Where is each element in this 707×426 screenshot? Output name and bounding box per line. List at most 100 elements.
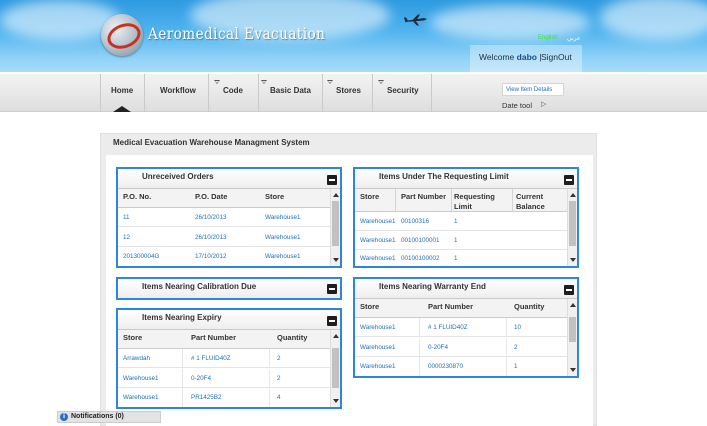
minimize-icon[interactable] [327,316,337,326]
store-cell: Arrawdah [123,355,150,362]
chevron-down-icon [327,80,333,84]
po-number-cell[interactable]: 12 [123,234,130,241]
part-number-cell[interactable]: 0-20F4 [428,344,448,351]
column-header[interactable]: Part Number [191,333,236,343]
po-number-cell[interactable]: 201300004G [123,253,159,260]
scrollbar[interactable] [567,189,577,266]
notifications-label: Notifications (0) [71,413,124,420]
scrollbar[interactable] [330,330,340,407]
minimize-icon[interactable] [327,284,337,294]
table-row[interactable]: 201300004G 17/10/2012 Warehouse1 [118,247,330,266]
notifications-bar[interactable]: i Notifications (0) [57,411,161,423]
table-header: Store Part Number Quantity [355,299,567,318]
scroll-down-icon[interactable] [333,399,339,403]
chevron-down-icon [261,80,267,84]
part-number-cell[interactable]: 00100316 [401,218,429,225]
nav-item-home[interactable]: Home [100,74,144,112]
scroll-thumb[interactable] [332,348,339,388]
column-header[interactable]: Part Number [428,302,473,312]
table-row[interactable]: Arrawdah # 1 FLUID40Z 2 [118,349,330,368]
page-title: Medical Evacuation Warehouse Managment S… [113,138,310,147]
column-header[interactable]: Requesting Limit [454,192,504,212]
column-header[interactable]: Store [360,192,379,202]
part-number-cell[interactable]: 0000230870 [428,363,463,370]
minimize-icon[interactable] [564,285,574,295]
scroll-up-icon[interactable] [333,334,339,338]
part-number-cell[interactable]: 00100100001 [401,237,440,244]
scrollbar[interactable] [330,189,340,266]
store-cell: Warehouse1 [360,237,396,244]
column-divider [451,189,452,211]
column-header[interactable]: Quantity [514,302,544,312]
table-row[interactable]: Warehouse1 # 1 FLUID40Z 10 [355,318,567,337]
nav-item-security[interactable]: Security [372,74,432,112]
minimize-icon[interactable] [327,175,337,185]
panel-header: Items Nearing Expiry [118,310,340,330]
column-header[interactable]: Part Number [401,192,446,202]
column-header[interactable]: Current Balance [516,192,561,212]
table-row[interactable]: Warehouse1 00100100002 1 [355,250,567,266]
panel-unreceived-orders: Unreceived Orders P.O. No. P.O. Date Sto… [116,167,342,268]
column-header[interactable]: Store [123,333,142,343]
scroll-up-icon[interactable] [570,193,576,197]
date-tool-link[interactable]: Date tool [502,101,532,110]
scroll-thumb[interactable] [569,201,576,246]
scroll-thumb[interactable] [569,317,576,342]
store-cell: Warehouse1 [360,324,396,331]
scroll-up-icon[interactable] [570,303,576,307]
scroll-thumb[interactable] [332,201,339,246]
nav-item-stores[interactable]: Stores [322,74,372,112]
cell-divider [182,369,183,387]
username: dabo [516,52,537,62]
part-number-cell[interactable]: 0-20F4 [191,375,211,382]
po-number-cell[interactable]: 11 [123,214,130,221]
cell-divider [182,349,183,367]
cell-divider [269,349,270,367]
column-header[interactable]: Store [360,302,379,312]
cell-divider [269,388,270,407]
nav-item-label: Home [111,86,134,95]
part-number-cell[interactable]: # 1 FLUID40Z [428,324,468,331]
scroll-down-icon[interactable] [570,368,576,372]
column-header[interactable]: P.O. No. [123,192,151,202]
table-row[interactable]: Warehouse1 0-20F4 2 [355,338,567,357]
table-row[interactable]: Warehouse1 0-20F4 2 [118,369,330,388]
table-row[interactable]: 12 26/10/2013 Warehouse1 [118,228,330,247]
part-number-cell[interactable]: PR1425B2 [191,394,221,401]
requesting-limit-cell: 1 [454,237,458,244]
table-row[interactable]: Warehouse1 00100316 1 [355,212,567,231]
quantity-cell: 4 [277,394,281,401]
column-header[interactable]: P.O. Date [195,192,227,202]
nav-item-basic-data[interactable]: Basic Data [258,74,322,112]
scroll-down-icon[interactable] [570,258,576,262]
arabic-language-link[interactable]: عربي [567,35,581,42]
table-row[interactable]: 11 26/10/2013 Warehouse1 [118,208,330,227]
part-number-cell[interactable]: # 1 FLUID40Z [191,355,231,362]
table-row[interactable]: Warehouse1 0000230870 1 [355,357,567,376]
scroll-down-icon[interactable] [333,258,339,262]
nav-item-code[interactable]: Code [208,74,258,112]
airplane-icon [404,14,427,26]
store-cell: Warehouse1 [360,218,396,225]
panel-header: Unreceived Orders [118,169,340,189]
store-cell: Warehouse1 [123,375,159,382]
part-number-cell[interactable]: 00100100002 [401,255,440,262]
column-header[interactable]: Quantity [277,333,307,343]
column-header[interactable]: Store [265,192,284,202]
signout-link[interactable]: SignOut [541,52,572,62]
panel-nearing-expiry: Items Nearing Expiry Store Part Number Q… [116,308,342,409]
scroll-up-icon[interactable] [333,193,339,197]
requesting-limit-cell: 1 [454,255,458,262]
cell-divider [182,388,183,407]
nav-item-label: Workflow [160,86,196,95]
table-row[interactable]: Warehouse1 00100100001 1 [355,231,567,250]
minimize-icon[interactable] [564,175,574,185]
nav-item-workflow[interactable]: Workflow [144,74,208,112]
cell-divider [419,338,420,356]
english-language-link[interactable]: English [538,35,558,41]
table-row[interactable]: Warehouse1 PR1425B2 4 [118,388,330,407]
scrollbar[interactable] [567,299,577,376]
nav-item-label: Security [387,86,419,95]
view-item-details-link[interactable]: View Item Details [502,83,564,96]
play-arrow-icon[interactable]: ▷ [541,100,546,108]
